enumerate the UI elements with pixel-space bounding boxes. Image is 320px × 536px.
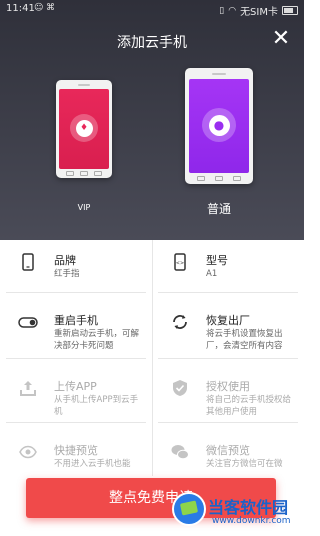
user-avatar-icon: ● <box>202 108 236 142</box>
battery-icon <box>282 6 298 15</box>
brand-cell: 品牌 红手指 <box>0 240 152 282</box>
wechat-preview-title: 微信预览 <box>206 444 250 457</box>
upload-icon <box>18 378 38 398</box>
model-cell: <> 型号 A1 <box>152 240 304 282</box>
refresh-icon <box>170 312 190 332</box>
restart-title: 重启手机 <box>54 314 98 327</box>
wifi-icon: ◠ <box>228 5 237 16</box>
carrier-text: 无SIM卡 <box>240 7 278 18</box>
close-icon[interactable]: ✕ <box>270 28 292 50</box>
vibrate-icon: ▯ <box>219 5 225 16</box>
wechat-preview-button[interactable]: 微信预览 关注官方微信可在微 <box>152 430 304 472</box>
eye-icon <box>18 442 38 462</box>
shield-icon <box>170 378 190 398</box>
quick-preview-desc: 不用进入云手机也能 <box>54 459 131 469</box>
normal-phone-option[interactable]: ● <box>185 68 253 184</box>
usb-icon: ⌘ <box>46 3 55 13</box>
notification-icon: ☺ <box>34 3 44 13</box>
vip-badge-icon: ♦ <box>70 114 98 142</box>
model-title: 型号 <box>206 254 228 267</box>
brand-value: 红手指 <box>54 269 80 279</box>
watermark-logo-icon <box>172 492 206 526</box>
wechat-preview-desc: 关注官方微信可在微 <box>206 459 283 469</box>
toggle-icon <box>18 312 38 332</box>
upload-title: 上传APP <box>54 380 97 393</box>
quick-preview-title: 快捷预览 <box>54 444 98 457</box>
authorize-button[interactable]: 授权使用 将自己的云手机授权给其他用户使用 <box>152 366 304 417</box>
watermark-name: 当客软件园 <box>208 498 289 517</box>
restart-phone-button[interactable]: 重启手机 重新启动云手机，可解决部分卡死问题 <box>0 300 152 351</box>
factory-reset-button[interactable]: 恢复出厂 将云手机设置恢复出厂，会清空所有内容 <box>152 300 304 351</box>
phone-icon <box>18 252 38 272</box>
restart-desc: 重新启动云手机，可解决部分卡死问题 <box>54 329 140 351</box>
svg-text:<>: <> <box>176 261 184 267</box>
model-value: A1 <box>206 269 218 279</box>
feature-grid: 品牌 红手指 <> 型号 A1 重启手机 重新启动云手机，可解决部分卡死问题 恢… <box>0 240 304 480</box>
quick-preview-button[interactable]: 快捷预览 不用进入云手机也能 <box>0 430 152 472</box>
authorize-title: 授权使用 <box>206 380 250 393</box>
status-time: 11:41 <box>6 3 35 14</box>
watermark: 当客软件园 www.downkr.com <box>172 490 304 536</box>
model-icon: <> <box>170 252 190 272</box>
wechat-icon <box>170 442 190 462</box>
upload-app-button[interactable]: 上传APP 从手机上传APP到云手机 <box>0 366 152 417</box>
status-bar: 11:41 ☺ ⌘ ▯ ◠ 无SIM卡 <box>0 0 304 18</box>
watermark-url: www.downkr.com <box>212 516 291 526</box>
vip-phone-option[interactable]: ♦ <box>56 80 112 178</box>
brand-title: 品牌 <box>54 254 76 267</box>
page-title: 添加云手机 <box>117 35 187 51</box>
upload-desc: 从手机上传APP到云手机 <box>54 395 139 417</box>
factory-title: 恢复出厂 <box>206 314 250 327</box>
factory-desc: 将云手机设置恢复出厂，会清空所有内容 <box>206 329 283 351</box>
vip-phone-label: VIP <box>77 203 91 212</box>
normal-phone-label: 普通 <box>206 202 231 216</box>
authorize-desc: 将自己的云手机授权给其他用户使用 <box>206 395 292 417</box>
